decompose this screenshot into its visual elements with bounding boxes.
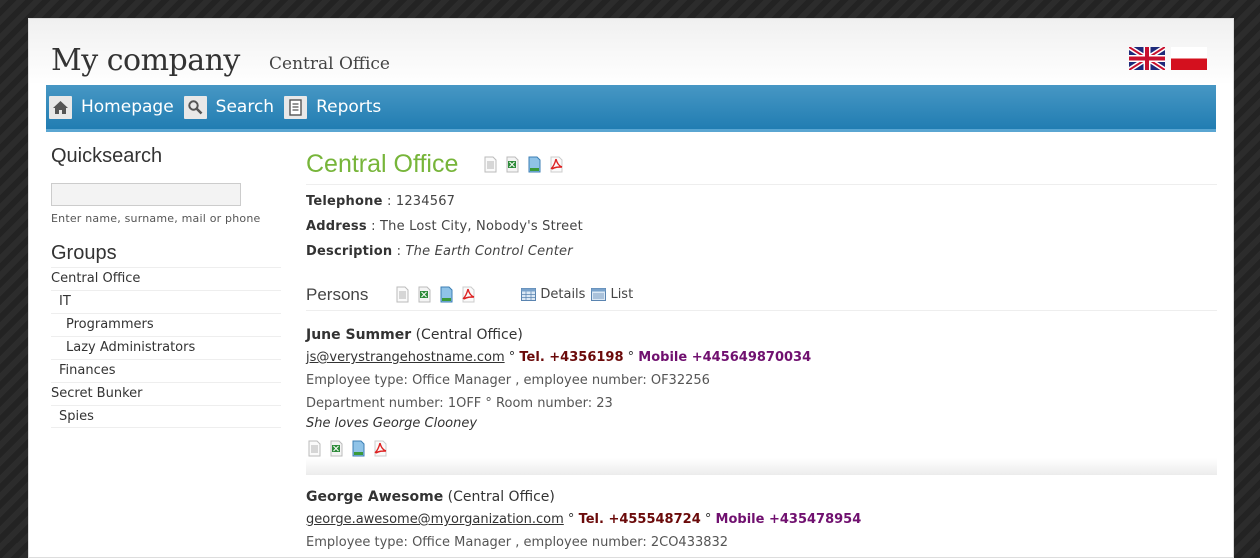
office-address: Address : The Lost City, Nobody's Street	[306, 219, 1217, 235]
sidebar: Quicksearch Enter name, surname, mail or…	[51, 145, 281, 428]
address-label: Address	[306, 219, 367, 234]
company-logo[interactable]: My company	[51, 43, 240, 78]
person-name[interactable]: George Awesome	[306, 489, 443, 505]
main-content: Central Office Telephone : 1234567 Addre…	[306, 145, 1217, 552]
quicksearch-hint: Enter name, surname, mail or phone	[51, 212, 261, 225]
text-export-icon[interactable]	[306, 440, 323, 457]
person-name-row: June Summer (Central Office)	[306, 327, 1217, 345]
group-item[interactable]: Central Office	[51, 267, 281, 290]
page-container: My company Central Office Homepage Searc…	[28, 18, 1234, 558]
person-name-row: George Awesome (Central Office)	[306, 489, 1217, 507]
nav-homepage[interactable]: Homepage	[49, 95, 174, 119]
office-header: Central Office	[306, 145, 1217, 185]
address-value: The Lost City, Nobody's Street	[380, 219, 583, 234]
pdf-export-icon[interactable]	[460, 286, 477, 303]
list-view-link[interactable]: List	[591, 287, 633, 302]
nav-search-label: Search	[215, 97, 275, 117]
persons-heading: Persons	[306, 284, 369, 304]
document-export-icon[interactable]	[526, 156, 543, 173]
header: My company Central Office	[29, 19, 1233, 85]
bullet: °	[508, 350, 516, 365]
group-item[interactable]: Finances	[51, 359, 281, 382]
person-contact: george.awesome@myorganization.com ° Tel.…	[306, 512, 1217, 529]
person-employee-info: Employee type: Office Manager , employee…	[306, 373, 710, 388]
person-email-link[interactable]: js@verystrangehostname.com	[306, 350, 505, 365]
telephone-label: Telephone	[306, 194, 383, 209]
nav-reports[interactable]: Reports	[284, 95, 382, 119]
groups-heading: Groups	[51, 242, 117, 264]
details-view-icon	[521, 288, 536, 301]
description-value: The Earth Control Center	[405, 244, 573, 259]
flag-uk-icon[interactable]	[1129, 47, 1165, 70]
pdf-export-icon[interactable]	[372, 440, 389, 457]
excel-export-icon[interactable]	[504, 156, 521, 173]
person-name[interactable]: June Summer	[306, 327, 411, 343]
person-telephone: Tel. +455548724	[578, 512, 701, 527]
office-description: Description : The Earth Control Center	[306, 244, 1217, 260]
separator: :	[392, 244, 406, 259]
details-view-label: Details	[540, 287, 586, 302]
separator: :	[366, 219, 381, 234]
office-title: Central Office	[306, 150, 459, 178]
quicksearch-input[interactable]	[51, 183, 241, 206]
person-department-info: Department number: 1OFF ° Room number: 2…	[306, 396, 613, 411]
list-view-label: List	[610, 287, 634, 302]
group-item[interactable]: Lazy Administrators	[51, 336, 281, 359]
separator: :	[382, 194, 396, 209]
person-group: (Central Office)	[447, 489, 555, 505]
group-item[interactable]: Secret Bunker	[51, 382, 281, 405]
list-view-icon	[591, 288, 606, 301]
nav-homepage-label: Homepage	[81, 97, 174, 117]
group-item[interactable]: Spies	[51, 405, 281, 428]
person-card: June Summer (Central Office) js@verystra…	[306, 311, 1217, 475]
nav-search[interactable]: Search	[183, 95, 275, 119]
person-email-link[interactable]: george.awesome@myorganization.com	[306, 512, 564, 527]
person-note: She loves George Clooney	[306, 416, 478, 431]
persons-header: Persons Details List	[306, 279, 1217, 311]
home-icon	[49, 95, 72, 119]
excel-export-icon[interactable]	[416, 286, 433, 303]
pdf-export-icon[interactable]	[548, 156, 565, 173]
office-telephone: Telephone : 1234567	[306, 194, 1217, 210]
persons-export-icons	[394, 286, 477, 303]
language-selector	[1129, 47, 1207, 70]
person-mobile: Mobile +435478954	[715, 512, 862, 527]
bullet: °	[567, 512, 575, 527]
bullet: °	[627, 350, 635, 365]
person-employee-info: Employee type: Office Manager , employee…	[306, 535, 729, 550]
person-telephone: Tel. +4356198	[519, 350, 624, 365]
text-export-icon[interactable]	[394, 286, 411, 303]
group-item[interactable]: IT	[51, 290, 281, 313]
header-subtitle: Central Office	[269, 54, 390, 74]
search-icon	[183, 95, 207, 119]
person-group: (Central Office)	[415, 327, 523, 343]
groups-list: Central Office IT Programmers Lazy Admin…	[51, 267, 281, 428]
office-export-icons	[482, 156, 565, 173]
details-view-link[interactable]: Details	[521, 287, 585, 302]
person-contact: js@verystrangehostname.com ° Tel. +43561…	[306, 350, 1217, 367]
group-item[interactable]: Programmers	[51, 313, 281, 336]
flag-pl-icon[interactable]	[1171, 47, 1207, 70]
document-icon	[284, 95, 308, 119]
telephone-value: 1234567	[395, 194, 456, 209]
excel-export-icon[interactable]	[328, 440, 345, 457]
person-export-icons	[306, 440, 1217, 457]
description-label: Description	[306, 244, 393, 259]
document-export-icon[interactable]	[438, 286, 455, 303]
text-export-icon[interactable]	[482, 156, 499, 173]
person-mobile: Mobile +445649870034	[638, 350, 812, 365]
bullet: °	[704, 512, 712, 527]
nav-reports-label: Reports	[316, 97, 382, 117]
document-export-icon[interactable]	[350, 440, 367, 457]
person-separator	[306, 458, 1217, 475]
person-card: George Awesome (Central Office) george.a…	[306, 475, 1217, 552]
main-navbar: Homepage Search Reports	[46, 85, 1216, 132]
quicksearch-heading: Quicksearch	[51, 145, 163, 167]
